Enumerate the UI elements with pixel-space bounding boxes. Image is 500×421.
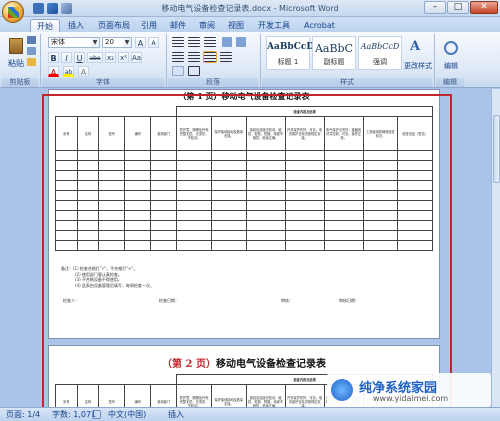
- paste-icon: [9, 38, 23, 54]
- office-button[interactable]: [2, 1, 24, 23]
- find-icon: [444, 41, 458, 55]
- clipboard-group-label: 剪贴板: [2, 78, 38, 87]
- font-group-label: 字体: [42, 78, 164, 87]
- align-left-icon[interactable]: [172, 52, 184, 62]
- align-right-icon[interactable]: [203, 51, 217, 63]
- style-sample: AaBbCcD: [267, 42, 315, 52]
- tab-references[interactable]: 引用: [135, 19, 163, 32]
- clipboard-group: 粘贴 剪贴板: [2, 32, 38, 88]
- paragraph-group: 段落: [168, 32, 258, 88]
- borders-icon[interactable]: [188, 66, 200, 76]
- font-color-button[interactable]: A: [48, 66, 59, 77]
- multilevel-list-icon[interactable]: [204, 37, 216, 47]
- tab-insert[interactable]: 插入: [62, 19, 90, 32]
- ribbon: 粘贴 剪贴板 宋体 ▼ 20 ▼ A A B I U abe x₂ x² Aa A …: [0, 32, 500, 88]
- decrease-indent-icon[interactable]: [222, 37, 232, 47]
- group-separator: [434, 34, 435, 86]
- font-size-value: 20: [105, 38, 114, 46]
- strikethrough-button[interactable]: abe: [87, 52, 103, 63]
- selection-highlight: [42, 94, 452, 409]
- paragraph-group-label: 段落: [168, 78, 258, 87]
- office-logo-icon: [8, 7, 19, 18]
- change-case-button[interactable]: Aa: [131, 52, 142, 63]
- bold-button[interactable]: B: [48, 52, 59, 63]
- copy-icon[interactable]: [27, 47, 36, 55]
- font-group: 宋体 ▼ 20 ▼ A A B I U abe x₂ x² Aa A ab A 字体: [42, 32, 164, 88]
- maximize-button[interactable]: □: [447, 1, 469, 14]
- tab-acrobat[interactable]: Acrobat: [298, 19, 341, 32]
- style-emphasis[interactable]: AaBbCcD 强调: [358, 36, 402, 70]
- save-icon[interactable]: [33, 3, 44, 14]
- styles-group-label: 样式: [262, 78, 432, 87]
- tab-review[interactable]: 审阅: [193, 19, 221, 32]
- style-name: 副标题: [323, 58, 345, 66]
- cut-icon[interactable]: [27, 36, 36, 44]
- underline-button[interactable]: U: [74, 52, 85, 63]
- grow-font-button[interactable]: A: [135, 37, 146, 48]
- watermark-logo-icon: [331, 379, 353, 401]
- increase-indent-icon[interactable]: [236, 37, 246, 47]
- ribbon-tabs: 开始 插入 页面布局 引用 邮件 审阅 视图 开发工具 Acrobat: [0, 17, 500, 32]
- clear-format-button[interactable]: A: [78, 66, 89, 77]
- editing-group: 编辑 编辑: [436, 32, 464, 88]
- paste-button[interactable]: 粘贴: [5, 35, 25, 69]
- bullets-icon[interactable]: [172, 37, 184, 47]
- style-sample: AaBbC: [314, 42, 354, 55]
- styles-group: AaBbCcD 标题 1 AaBbC 副标题 AaBbCcD 强调 A 更改样式 样式: [262, 32, 432, 88]
- editing-button[interactable]: 编辑: [438, 36, 462, 76]
- status-language[interactable]: 中文(中国): [108, 408, 146, 421]
- change-styles-label: 更改样式: [404, 62, 432, 70]
- scrollbar-thumb[interactable]: [493, 115, 500, 183]
- tab-developer[interactable]: 开发工具: [252, 19, 296, 32]
- italic-button[interactable]: I: [61, 52, 72, 63]
- status-words[interactable]: 字数: 1,071: [52, 408, 96, 421]
- highlight-button[interactable]: ab: [63, 66, 74, 77]
- document-area[interactable]: （第 1 页）移动电气设备检查记录表 检查内容及结果 序号 名称 型号 编号 使用部门 防护…: [0, 89, 491, 419]
- shading-icon[interactable]: [172, 66, 184, 76]
- style-subtitle[interactable]: AaBbC 副标题: [312, 36, 356, 70]
- vertical-scrollbar[interactable]: [491, 89, 500, 407]
- tab-page-layout[interactable]: 页面布局: [92, 19, 136, 32]
- change-styles-button[interactable]: A 更改样式: [404, 36, 432, 76]
- tab-view[interactable]: 视图: [222, 19, 250, 32]
- superscript-button[interactable]: x²: [118, 52, 129, 63]
- status-bar: 页面: 1/4 字数: 1,071 中文(中国) 插入: [0, 407, 500, 421]
- font-size-combo[interactable]: 20 ▼: [102, 37, 132, 48]
- editing-label: 编辑: [444, 62, 458, 70]
- tab-mailings[interactable]: 邮件: [164, 19, 192, 32]
- redo-icon[interactable]: [61, 3, 72, 14]
- group-separator: [40, 34, 41, 86]
- chevron-down-icon[interactable]: ▼: [91, 38, 99, 47]
- title-bar: 移动电气设备检查记录表.docx - Microsoft Word – □ ✕: [0, 0, 500, 17]
- change-styles-icon: A: [410, 39, 421, 54]
- minimize-button[interactable]: –: [424, 1, 446, 14]
- align-center-icon[interactable]: [188, 52, 200, 62]
- undo-icon[interactable]: [47, 3, 58, 14]
- status-mode[interactable]: 插入: [168, 408, 184, 421]
- style-heading1[interactable]: AaBbCcD 标题 1: [266, 36, 315, 70]
- close-button[interactable]: ✕: [470, 1, 498, 14]
- paste-label: 粘贴: [8, 59, 24, 68]
- watermark-url: www.yidaimei.com: [373, 394, 449, 403]
- chevron-down-icon[interactable]: ▼: [123, 38, 131, 47]
- group-separator: [260, 34, 261, 86]
- justify-icon[interactable]: [220, 52, 232, 62]
- shrink-font-button[interactable]: A: [148, 37, 159, 48]
- editing-group-label: 编辑: [436, 78, 464, 87]
- numbering-icon[interactable]: [188, 37, 200, 47]
- style-name: 强调: [373, 58, 387, 66]
- group-separator: [166, 34, 167, 86]
- subscript-button[interactable]: x₂: [105, 52, 116, 63]
- style-name: 标题 1: [277, 58, 299, 66]
- font-family-value: 宋体: [51, 38, 65, 46]
- font-family-combo[interactable]: 宋体 ▼: [48, 37, 100, 48]
- format-painter-icon[interactable]: [27, 58, 36, 66]
- style-sample: AaBbCcD: [360, 42, 400, 51]
- watermark: 纯净系统家园 www.yidaimei.com: [327, 373, 491, 407]
- tab-home[interactable]: 开始: [30, 19, 60, 32]
- proofing-icon[interactable]: [92, 410, 101, 419]
- status-page[interactable]: 页面: 1/4: [6, 408, 40, 421]
